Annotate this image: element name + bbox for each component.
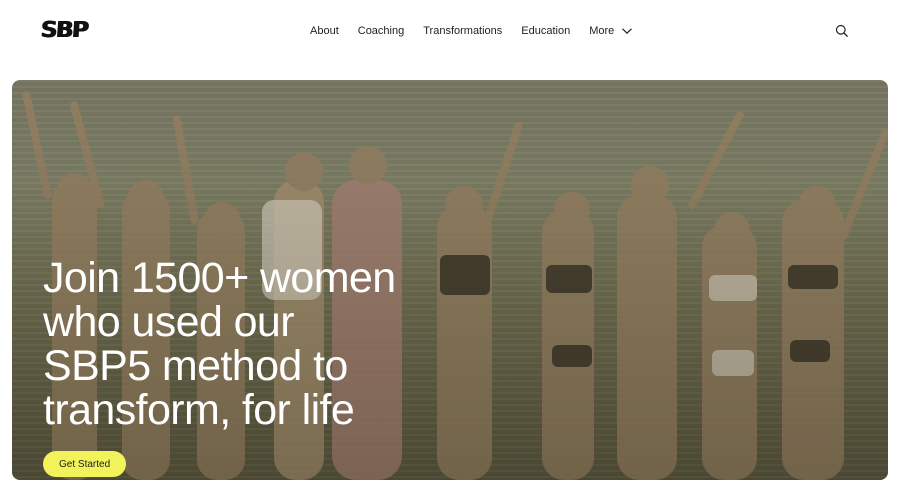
get-started-button[interactable]: Get Started [43,451,127,477]
sbp-logo[interactable]: SBP [39,17,90,43]
logo-text: SBP [39,17,89,43]
hero-title-line-2: who used our [43,298,295,346]
site-header: SBP About Coaching Transformations Educa… [0,0,900,62]
nav-transformations[interactable]: Transformations [423,25,502,37]
hero-title-line-4: transform, for life [43,386,355,434]
nav-about[interactable]: About [310,25,339,37]
hero-title-line-1: Join 1500+ women [43,254,396,302]
main-nav: About Coaching Transformations Education… [310,22,633,40]
nav-more-label: More [589,25,615,37]
chevron-down-icon [622,28,633,35]
hero-section: Join 1500+ women who used our SBP5 metho… [12,80,888,480]
nav-more[interactable]: More [589,25,633,37]
nav-education[interactable]: Education [521,25,570,37]
hero-title: Join 1500+ women who used our SBP5 metho… [43,256,463,432]
search-icon[interactable] [835,24,849,38]
nav-coaching[interactable]: Coaching [358,25,404,37]
hero-title-line-3: SBP5 method to [43,342,348,390]
